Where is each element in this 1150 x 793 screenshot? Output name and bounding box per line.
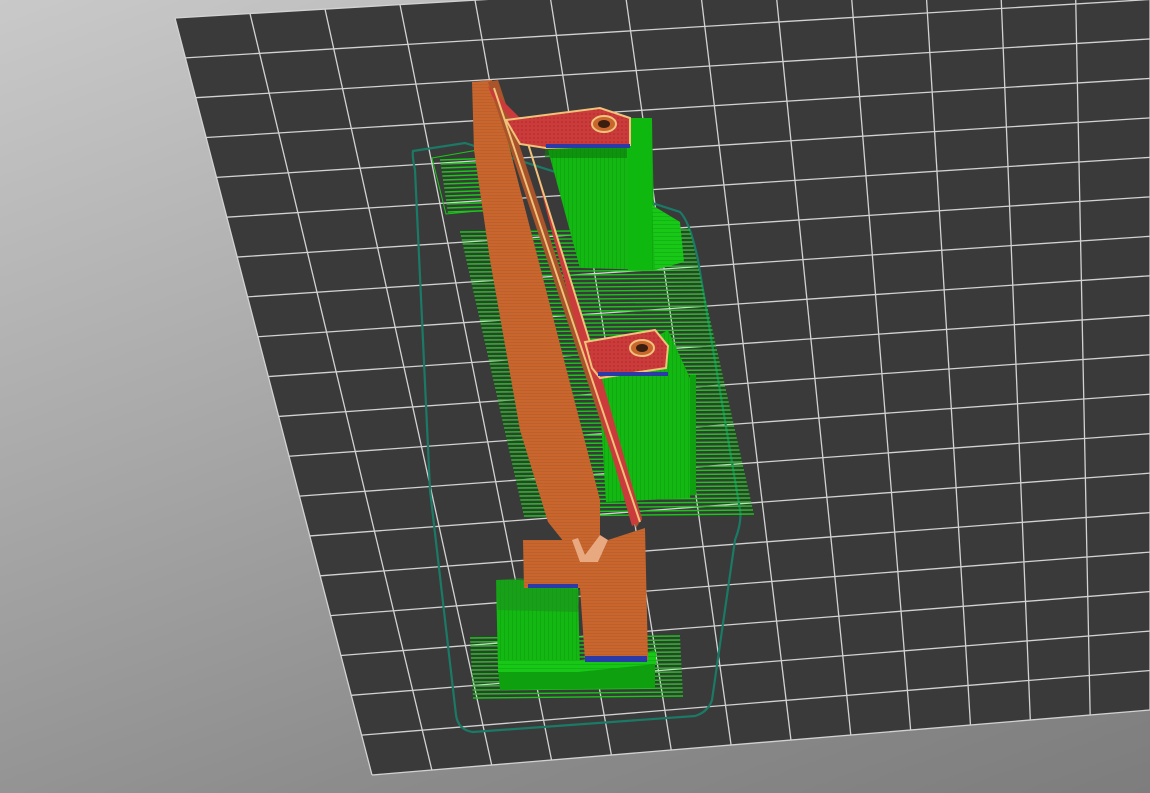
slice-preview-scene[interactable] [0,0,1150,793]
3d-preview-viewport[interactable] [0,0,1150,793]
